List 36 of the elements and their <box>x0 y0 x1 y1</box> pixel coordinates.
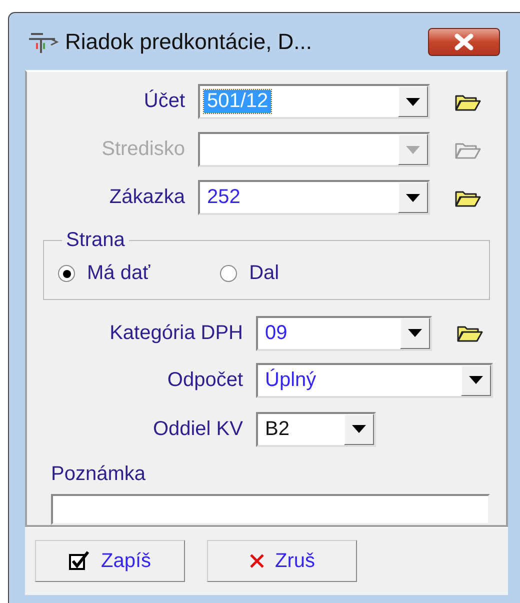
dropdown-button[interactable] <box>398 182 428 213</box>
combo-value: 09 <box>264 322 288 345</box>
combo-box[interactable]: Úplný <box>256 362 493 398</box>
close-button[interactable] <box>428 28 500 56</box>
field-label: Odpočet <box>166 368 244 392</box>
combo-box[interactable]: 252 <box>198 180 430 215</box>
combo-box[interactable]: B2 <box>256 412 376 447</box>
caret-icon <box>408 329 422 338</box>
field-label: Oddiel KV <box>152 418 244 441</box>
caret-icon <box>406 194 420 202</box>
dropdown-button[interactable] <box>400 318 430 349</box>
combo-box[interactable]: 09 <box>256 316 432 351</box>
dropdown-button[interactable] <box>461 364 491 396</box>
combo-value: 252 <box>206 186 242 209</box>
field-label: Zákazka <box>108 186 186 209</box>
window-title: Riadok predkontácie, D... <box>65 28 314 54</box>
dropdown-button[interactable] <box>398 86 428 117</box>
field-label: Účet <box>142 90 186 113</box>
radio-button[interactable]: Má dať <box>58 262 150 286</box>
caret-icon <box>406 146 420 154</box>
caret-icon <box>406 98 420 106</box>
caret-icon <box>352 425 366 434</box>
radio-button[interactable]: Dal <box>220 262 280 286</box>
save-button[interactable]: Zapíš <box>35 540 185 582</box>
combo-value: B2 <box>264 418 290 441</box>
field-label: Poznámka <box>51 462 146 486</box>
dropdown-button[interactable] <box>344 414 374 445</box>
cancel-button[interactable]: Zruš <box>207 540 357 582</box>
field-label: Kategória DPH <box>108 322 244 345</box>
combo-value: 501/12 <box>204 90 272 113</box>
combo-value: Úplný <box>264 368 318 392</box>
note-input[interactable] <box>51 494 490 525</box>
close-icon <box>249 553 265 569</box>
checkbox-icon <box>68 551 91 571</box>
caret-icon <box>469 376 483 384</box>
field-label: Stredisko <box>100 138 186 161</box>
